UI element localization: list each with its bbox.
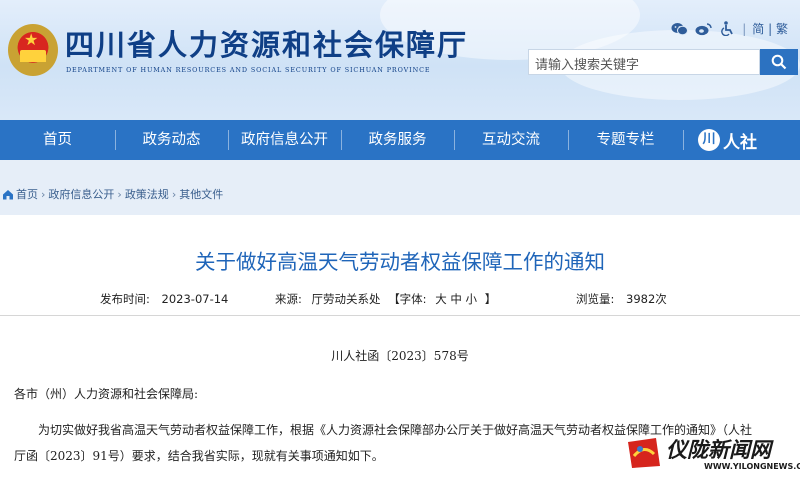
publish-date: 发布时间: 2023-07-14 xyxy=(100,291,228,307)
language-switcher: 简 | 繁 xyxy=(752,20,788,37)
document-number: 川人社函〔2023〕578号 xyxy=(331,349,469,363)
view-count-value: 3982次 xyxy=(626,292,667,306)
toolbar-divider: | xyxy=(742,21,747,36)
publish-date-value: 2023-07-14 xyxy=(161,292,229,306)
salutation: 各市（州）人力资源和社会保障局: xyxy=(14,387,199,401)
meta-divider xyxy=(0,315,800,316)
publish-date-label: 发布时间: xyxy=(100,292,150,306)
breadcrumb-policies[interactable]: 政策法规 xyxy=(125,186,169,202)
nav-item-interaction[interactable]: 互动交流 xyxy=(454,120,568,160)
watermark-title: 仪陇新闻网 xyxy=(666,437,771,462)
font-size-small-button[interactable]: 小 xyxy=(466,292,478,306)
nav-item-information-disclosure[interactable]: 政府信息公开 xyxy=(228,120,341,160)
nav-divider xyxy=(683,130,684,150)
wechat-icon[interactable] xyxy=(670,21,688,37)
font-size-label: 【字体: xyxy=(388,292,427,306)
yilong-news-logo-icon xyxy=(628,438,660,468)
font-size-close-bracket: 】 xyxy=(484,292,497,306)
article-source: 来源: 厅劳动关系处 【字体: 大 中 小 】 xyxy=(275,291,496,307)
star-icon: ★ xyxy=(24,30,39,49)
nav-item-home[interactable]: 首页 xyxy=(0,120,115,160)
search-icon xyxy=(771,54,787,70)
nav-item-government-services[interactable]: 政务服务 xyxy=(341,120,454,160)
site-header: ★ 四川省人力资源和社会保障厅 DEPARTMENT OF HUMAN RESO… xyxy=(0,0,800,120)
yilong-news-watermark: 仪陇新闻网 WWW.YILONGNEWS.COM xyxy=(626,432,800,476)
site-title[interactable]: 四川省人力资源和社会保障厅 xyxy=(65,22,468,64)
watermark-url: WWW.YILONGNEWS.COM xyxy=(704,462,800,471)
source-value: 厅劳动关系处 xyxy=(311,292,381,306)
nav-item-special-topics[interactable]: 专题专栏 xyxy=(568,120,683,160)
main-navigation: 首页 政务动态 政府信息公开 政务服务 互动交流 专题专栏 川 人社 xyxy=(0,120,800,160)
article-title: 关于做好高温天气劳动者权益保障工作的通知 xyxy=(195,250,605,274)
breadcrumb: 首页 › 政府信息公开 › 政策法规 › 其他文件 xyxy=(2,186,223,202)
simplified-chinese-link[interactable]: 简 xyxy=(752,22,764,36)
view-count-label: 浏览量: xyxy=(576,292,615,306)
language-separator: | xyxy=(768,22,773,36)
header-toolbar: | 简 | 繁 xyxy=(670,20,788,37)
body-paragraph-line: 厅函〔2023〕91号）要求，结合我省实际，现就有关事项通知如下。 xyxy=(14,449,384,463)
logo-text: 人社 xyxy=(723,132,757,153)
breadcrumb-other-documents[interactable]: 其他文件 xyxy=(179,186,223,202)
weibo-icon[interactable] xyxy=(694,21,712,37)
traditional-chinese-link[interactable]: 繁 xyxy=(776,22,788,36)
breadcrumb-home[interactable]: 首页 xyxy=(16,186,38,202)
font-size-medium-button[interactable]: 中 xyxy=(450,292,462,306)
breadcrumb-separator: › xyxy=(117,187,122,201)
view-count: 浏览量: 3982次 xyxy=(576,291,667,307)
breadcrumb-separator: › xyxy=(41,187,46,201)
sichuan-renshe-logo-link[interactable]: 川 人社 xyxy=(698,128,757,153)
font-size-large-button[interactable]: 大 xyxy=(435,292,447,306)
breadcrumb-bar: 首页 › 政府信息公开 › 政策法规 › 其他文件 xyxy=(0,160,800,215)
national-emblem-logo[interactable]: ★ xyxy=(8,24,58,76)
source-label: 来源: xyxy=(275,292,302,306)
nav-item-government-news[interactable]: 政务动态 xyxy=(115,120,228,160)
breadcrumb-information-disclosure[interactable]: 政府信息公开 xyxy=(48,186,114,202)
breadcrumb-separator: › xyxy=(171,187,177,201)
search-button[interactable] xyxy=(760,49,798,75)
search-input[interactable]: 请输入搜索关键字 xyxy=(528,49,760,75)
accessibility-icon[interactable] xyxy=(718,21,736,37)
sichuan-emblem-icon: 川 xyxy=(698,129,720,151)
site-subtitle: DEPARTMENT OF HUMAN RESOURCES AND SOCIAL… xyxy=(66,66,431,74)
home-icon xyxy=(3,189,13,199)
tiananmen-gate-icon xyxy=(20,50,46,62)
